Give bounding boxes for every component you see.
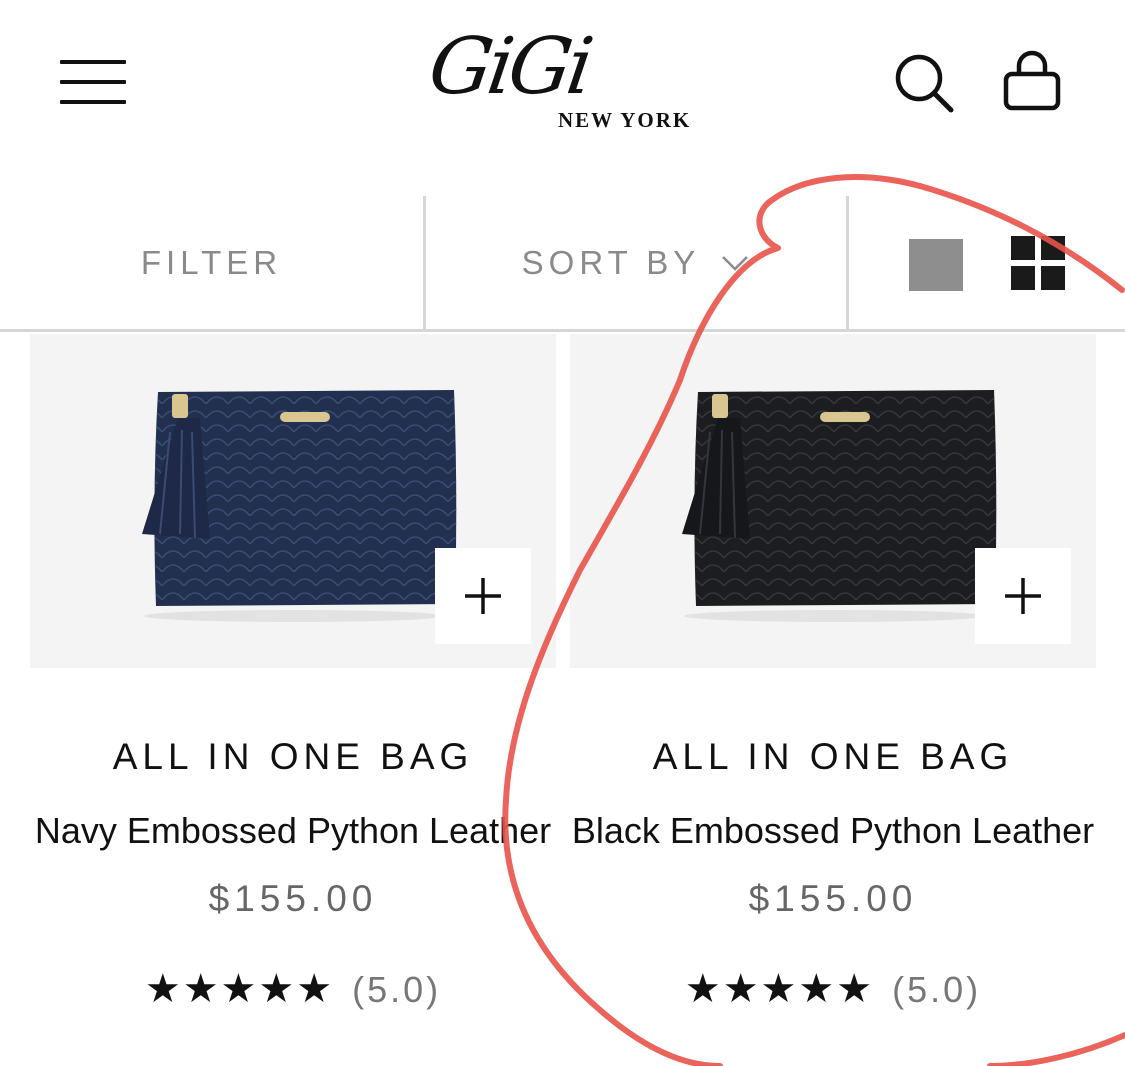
sort-by-label: SORT BY bbox=[521, 244, 701, 281]
product-image[interactable] bbox=[570, 334, 1096, 668]
grid-cell-icon bbox=[1011, 266, 1035, 290]
grid-cell-icon bbox=[1011, 236, 1035, 260]
grid-cell-icon bbox=[1041, 236, 1065, 260]
search-button[interactable] bbox=[893, 52, 955, 114]
site-header: GiGi NEW YORK bbox=[0, 0, 1125, 170]
logo-wordmark: GiGi bbox=[423, 22, 595, 112]
gigi-new-york-logo[interactable]: GiGi NEW YORK bbox=[424, 22, 720, 142]
grid-view-button[interactable] bbox=[1011, 236, 1065, 290]
shopping-bag-icon bbox=[1003, 50, 1061, 111]
filter-button[interactable]: FILTER bbox=[0, 196, 423, 330]
search-icon bbox=[895, 54, 954, 113]
product-rating[interactable]: ★★★★★ (5.0) bbox=[30, 966, 556, 1012]
product-price: $155.00 bbox=[208, 878, 378, 919]
rating-score: (5.0) bbox=[352, 969, 442, 1010]
product-name[interactable]: Navy Embossed Python Leather bbox=[0, 810, 596, 852]
sort-by-dropdown[interactable]: SORT BY bbox=[426, 196, 846, 330]
plus-icon bbox=[465, 578, 501, 614]
rating-score: (5.0) bbox=[892, 969, 982, 1010]
menu-bar-icon bbox=[60, 80, 126, 84]
product-image[interactable] bbox=[30, 334, 556, 668]
filter-label: FILTER bbox=[140, 244, 283, 281]
menu-bar-icon bbox=[60, 100, 126, 104]
menu-bar-icon bbox=[60, 60, 126, 64]
quick-add-button[interactable] bbox=[975, 548, 1071, 644]
logo-subtitle: NEW YORK bbox=[558, 108, 692, 132]
product-brand[interactable]: ALL IN ONE BAG bbox=[540, 736, 1125, 778]
shopping-bag-button[interactable] bbox=[1001, 50, 1063, 114]
product-toolbar: FILTER SORT BY bbox=[0, 196, 1125, 332]
product-brand[interactable]: ALL IN ONE BAG bbox=[0, 736, 586, 778]
toolbar-divider bbox=[846, 196, 849, 330]
chevron-down-icon bbox=[722, 256, 749, 271]
quick-add-button[interactable] bbox=[435, 548, 531, 644]
grid-cell-icon bbox=[1041, 266, 1065, 290]
single-column-view-button[interactable] bbox=[909, 239, 963, 291]
product-rating[interactable]: ★★★★★ (5.0) bbox=[570, 966, 1096, 1012]
product-name[interactable]: Black Embossed Python Leather bbox=[530, 810, 1125, 852]
hamburger-menu-button[interactable] bbox=[60, 60, 126, 104]
product-price: $155.00 bbox=[748, 878, 918, 919]
star-rating-icon: ★★★★★ bbox=[144, 967, 335, 1011]
star-rating-icon: ★★★★★ bbox=[684, 967, 875, 1011]
plus-icon bbox=[1005, 578, 1041, 614]
